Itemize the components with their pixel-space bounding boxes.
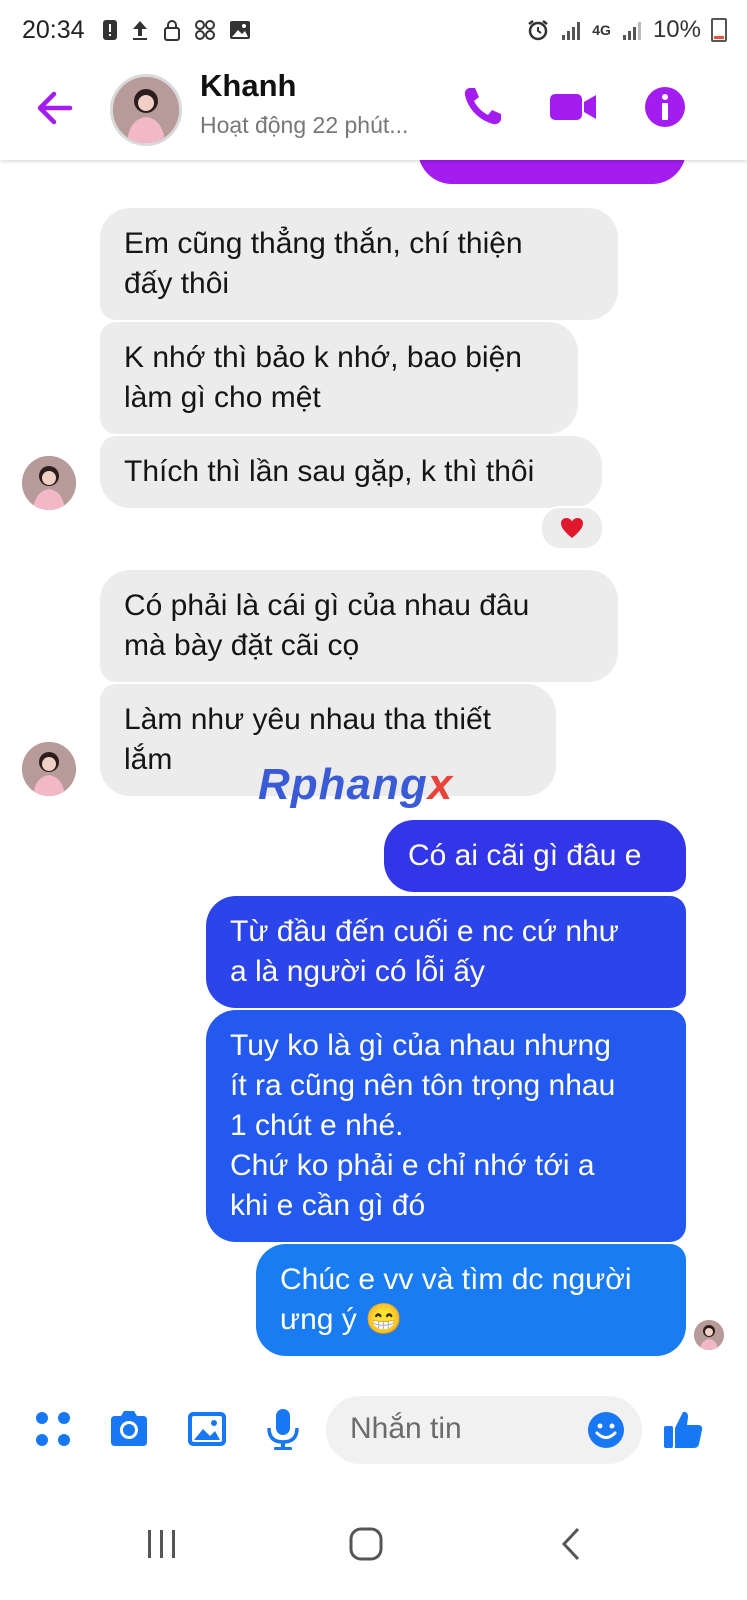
upload-icon [133, 21, 147, 40]
contact-name[interactable]: Khanh [200, 68, 296, 104]
message-input-placeholder: Nhắn tin [350, 1412, 462, 1445]
incoming-message[interactable]: Thích thì lần sau gặp, k thì thôi [100, 436, 602, 508]
incoming-message[interactable]: Có phải là cái gì của nhau đâu mà bày đặ… [100, 570, 618, 682]
status-right: 4G 10% [526, 16, 727, 44]
video-call-icon[interactable] [546, 82, 600, 132]
thumbs-up-icon[interactable] [660, 1406, 706, 1452]
alarm-icon [528, 20, 549, 41]
signal-icon [562, 22, 581, 40]
home-icon[interactable] [346, 1524, 386, 1564]
outgoing-message-partial[interactable] [418, 160, 686, 184]
info-icon[interactable] [640, 82, 690, 132]
outgoing-message[interactable]: Chúc e vv và tìm dc người ưng ý 😁 [256, 1244, 686, 1356]
back-nav-icon[interactable] [552, 1524, 592, 1564]
heart-reaction[interactable] [540, 506, 604, 550]
contact-avatar[interactable] [110, 74, 182, 146]
qr-icon [195, 20, 215, 40]
incoming-message[interactable]: K nhớ thì bảo k nhớ, bao biện làm gì cho… [100, 322, 578, 434]
gallery-icon [230, 21, 250, 39]
incoming-message[interactable]: Em cũng thẳng thắn, chí thiện đấy thôi [100, 208, 618, 320]
status-time: 20:34 [22, 16, 85, 44]
camera-icon[interactable] [106, 1406, 152, 1452]
back-arrow-icon[interactable] [32, 86, 76, 130]
battery-icon [711, 18, 727, 42]
outgoing-message[interactable]: Có ai cãi gì đâu e [384, 820, 686, 892]
seen-avatar [694, 1320, 724, 1350]
chat-header: Khanh Hoạt động 22 phút... [0, 64, 747, 160]
contact-avatar-small[interactable] [22, 742, 76, 796]
message-composer: Nhắn tin [0, 1392, 747, 1472]
status-bar: 20:34 4G 10% [0, 0, 747, 64]
heart-icon [561, 518, 583, 538]
phone-icon[interactable] [458, 82, 508, 132]
battery-percent: 10% [652, 16, 701, 43]
network-type: 4G [592, 22, 611, 38]
lock-icon [164, 20, 180, 41]
outgoing-message[interactable]: Tuy ko là gì của nhau nhưng ít ra cũng n… [206, 1010, 686, 1242]
microphone-icon[interactable] [260, 1406, 306, 1452]
emoji-icon[interactable] [586, 1410, 626, 1450]
avatar-photo [113, 77, 179, 143]
alert-icon [103, 20, 117, 40]
outgoing-message[interactable]: Từ đầu đến cuối e nc cứ như a là người c… [206, 896, 686, 1008]
signal-icon-2 [622, 22, 641, 40]
message-list[interactable]: Em cũng thẳng thắn, chí thiện đấy thôi K… [0, 160, 747, 1400]
message-input[interactable]: Nhắn tin [326, 1396, 642, 1464]
system-nav-bar [0, 1490, 747, 1600]
menu-dots-icon[interactable] [30, 1406, 76, 1452]
notification-icons [102, 18, 252, 42]
gallery-icon[interactable] [184, 1406, 230, 1452]
contact-avatar-small[interactable] [22, 456, 76, 510]
watermark-logo: Rphangx [258, 760, 454, 809]
recent-apps-icon[interactable] [142, 1524, 182, 1564]
active-status: Hoạt động 22 phút... [200, 112, 409, 138]
